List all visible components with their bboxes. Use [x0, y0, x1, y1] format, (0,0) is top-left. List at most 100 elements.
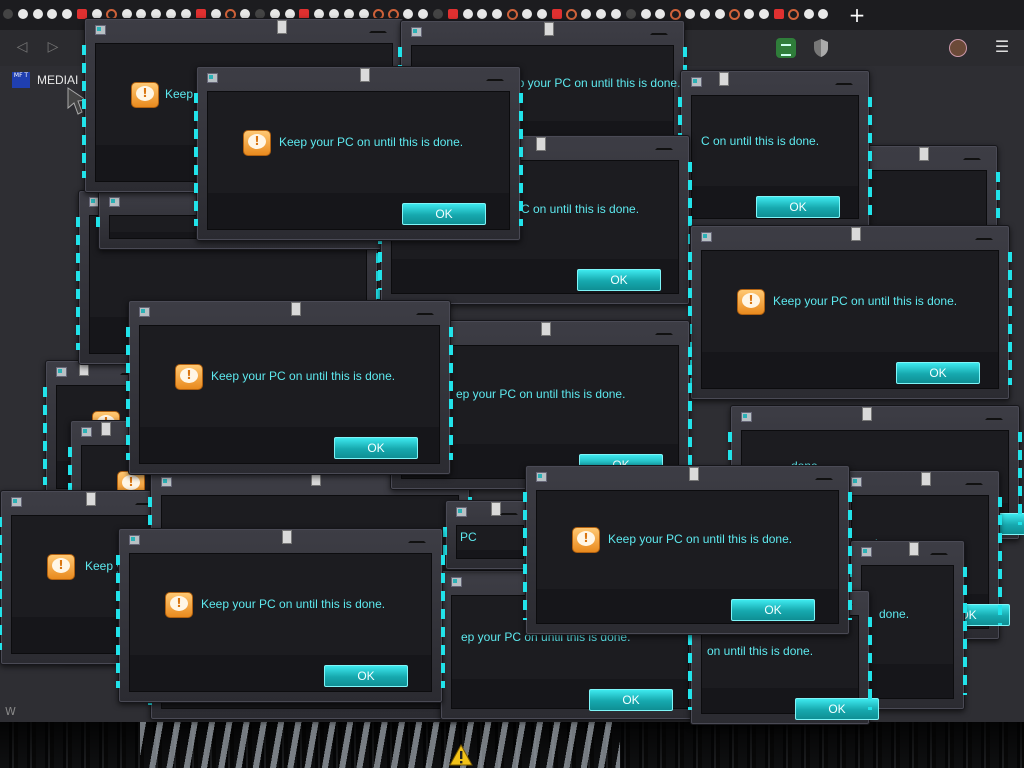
browser-tab[interactable] — [803, 4, 815, 24]
browser-tab[interactable] — [2, 4, 14, 24]
browser-tab[interactable] — [17, 4, 29, 24]
dialog-message-text: C on until this is done. — [701, 134, 820, 148]
tab-favicon-icon — [62, 9, 73, 19]
tab-favicon-icon — [596, 9, 607, 19]
warning-speech-bubble-icon — [243, 130, 271, 156]
browser-tab[interactable] — [714, 4, 726, 24]
shield-extension-icon[interactable] — [812, 38, 830, 58]
window-corner-decoration — [655, 142, 673, 150]
window-corner-decoration — [408, 535, 426, 543]
tab-favicon-icon — [418, 9, 429, 19]
window-grip-handle[interactable] — [909, 542, 919, 556]
tab-favicon-icon — [773, 9, 784, 19]
browser-menu-button[interactable]: ☰ — [994, 36, 1010, 58]
window-grip-handle[interactable] — [719, 72, 729, 86]
profile-avatar[interactable] — [949, 39, 967, 57]
ok-button[interactable]: OK — [896, 362, 980, 384]
new-tab-button[interactable]: + — [846, 4, 868, 26]
alert-dialog[interactable]: PC — [443, 500, 537, 570]
browser-tab[interactable] — [32, 4, 44, 24]
alert-dialog[interactable]: Keep your PC on until this is done. OK — [116, 528, 445, 703]
dialog-message-text: ep your PC on until this is done. — [511, 76, 681, 90]
warning-speech-bubble-icon — [47, 554, 75, 580]
window-grip-handle[interactable] — [544, 22, 554, 36]
tab-favicon-icon — [492, 9, 503, 19]
browser-tab[interactable] — [743, 4, 755, 24]
window-corner-decoration — [416, 307, 434, 315]
ok-button[interactable]: OK — [324, 665, 408, 687]
window-grip-handle[interactable] — [291, 302, 301, 316]
bookmark-favicon-icon: MF T — [12, 72, 30, 88]
ok-button[interactable]: OK — [402, 203, 486, 225]
window-app-icon — [81, 427, 92, 437]
tab-favicon-icon — [565, 8, 577, 20]
browser-tab[interactable] — [788, 4, 800, 24]
bookmark-label: MEDIAI — [37, 73, 79, 87]
partial-text: W — [5, 705, 16, 718]
window-grip-handle[interactable] — [919, 147, 929, 161]
forward-button[interactable]: ▷ — [43, 37, 63, 57]
window-grip-handle[interactable] — [851, 227, 861, 241]
dialog-message-text: PC — [460, 530, 477, 544]
window-grip-handle[interactable] — [862, 407, 872, 421]
ok-button[interactable]: OK — [795, 698, 879, 720]
ok-button[interactable]: OK — [756, 196, 840, 218]
window-grip-handle[interactable] — [921, 472, 931, 486]
back-button[interactable]: ◁ — [12, 37, 32, 57]
alert-dialog[interactable]: Keep your PC on until this is done. OK — [688, 225, 1012, 400]
tab-favicon-icon — [714, 9, 725, 19]
window-corner-decoration — [965, 477, 983, 485]
alert-dialog[interactable]: Keep your PC on until this is done. OK — [194, 66, 523, 241]
browser-tab[interactable] — [773, 4, 785, 24]
window-grip-handle[interactable] — [541, 322, 551, 336]
window-grip-handle[interactable] — [536, 137, 546, 151]
browser-tab[interactable] — [46, 4, 58, 24]
window-grip-handle[interactable] — [689, 467, 699, 481]
window-grip-handle[interactable] — [282, 530, 292, 544]
tab-favicon-icon — [699, 9, 710, 19]
dialog-message-text: Keep your PC on until this is done. — [773, 294, 958, 308]
browser-tab[interactable] — [818, 4, 830, 24]
window-app-icon — [56, 367, 67, 377]
browser-tab[interactable] — [61, 4, 73, 24]
window-app-icon — [741, 412, 752, 422]
dialog-message-text: Keep your PC on until this is done. — [201, 597, 386, 611]
ok-button[interactable]: OK — [589, 689, 673, 711]
mixer-background-image — [0, 722, 1024, 768]
window-app-icon — [109, 197, 120, 207]
warning-speech-bubble-icon — [737, 289, 765, 315]
tab-favicon-icon — [551, 9, 562, 19]
window-corner-decoration — [963, 152, 981, 160]
window-app-icon — [11, 497, 22, 507]
tab-favicon-icon — [759, 9, 770, 19]
browser-tab[interactable] — [684, 4, 696, 24]
window-grip-handle[interactable] — [86, 492, 96, 506]
window-corner-decoration — [930, 547, 948, 555]
tab-favicon-icon — [432, 9, 443, 19]
warning-speech-bubble-icon — [175, 364, 203, 390]
tab-favicon-icon — [403, 9, 414, 19]
ok-button[interactable]: OK — [334, 437, 418, 459]
window-corner-decoration — [486, 73, 504, 81]
window-grip-handle[interactable] — [277, 20, 287, 34]
window-corner-decoration — [985, 412, 1003, 420]
browser-tab[interactable] — [699, 4, 711, 24]
window-corner-decoration — [815, 472, 833, 480]
window-app-icon — [161, 477, 172, 487]
browser-tab[interactable] — [758, 4, 770, 24]
alert-dialog[interactable]: Keep your PC on until this is done. OK — [126, 300, 453, 475]
browser-tab[interactable] — [728, 4, 741, 24]
ok-button[interactable]: OK — [577, 269, 661, 291]
tab-favicon-icon — [655, 9, 666, 19]
warning-speech-bubble-icon — [165, 592, 193, 618]
alert-dialog[interactable]: Keep your PC on until this is done. OK — [523, 465, 852, 635]
tab-favicon-icon — [2, 9, 13, 19]
alert-dialog[interactable]: C on until this is done. OK — [678, 70, 872, 230]
ok-button[interactable]: OK — [731, 599, 815, 621]
window-grip-handle[interactable] — [101, 422, 111, 436]
window-corner-decoration — [655, 327, 673, 335]
chat-extension-icon[interactable] — [776, 38, 796, 58]
window-grip-handle[interactable] — [360, 68, 370, 82]
dialog-message-text: Keep your PC on until this is done. — [279, 135, 464, 149]
dialog-message-text: Keep — [165, 87, 194, 101]
